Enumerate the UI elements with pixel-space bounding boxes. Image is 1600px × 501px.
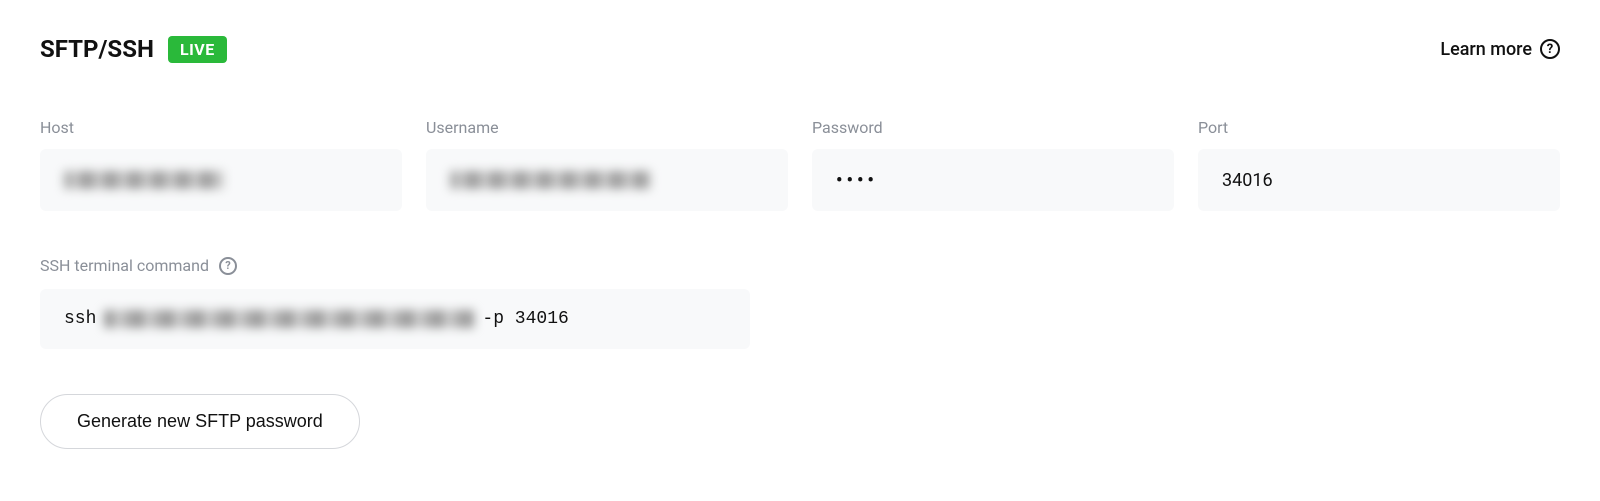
help-icon[interactable]: ? xyxy=(219,257,237,275)
page-title: SFTP/SSH xyxy=(40,35,154,63)
username-value-redacted xyxy=(450,171,650,189)
password-value: •••• xyxy=(836,170,878,191)
password-value-box[interactable]: •••• xyxy=(812,149,1174,211)
password-field: Password •••• xyxy=(812,118,1174,211)
ssh-command-label: SSH terminal command xyxy=(40,256,209,275)
port-label: Port xyxy=(1198,118,1560,137)
host-value-box[interactable] xyxy=(40,149,402,211)
password-label: Password xyxy=(812,118,1174,137)
port-field: Port 34016 xyxy=(1198,118,1560,211)
port-value-box[interactable]: 34016 xyxy=(1198,149,1560,211)
live-badge: LIVE xyxy=(168,36,227,63)
header-row: SFTP/SSH LIVE Learn more ? xyxy=(40,35,1560,63)
help-icon: ? xyxy=(1540,39,1560,59)
ssh-command-box[interactable]: ssh -p 34016 xyxy=(40,289,750,349)
generate-password-button[interactable]: Generate new SFTP password xyxy=(40,394,360,449)
ssh-suffix: -p 34016 xyxy=(482,309,568,329)
host-label: Host xyxy=(40,118,402,137)
ssh-prefix: ssh xyxy=(64,309,96,329)
credentials-row: Host Username Password •••• Port 34016 xyxy=(40,118,1560,211)
title-group: SFTP/SSH LIVE xyxy=(40,35,227,63)
ssh-section: SSH terminal command ? ssh -p 34016 xyxy=(40,256,1560,349)
username-value-box[interactable] xyxy=(426,149,788,211)
learn-more-label: Learn more xyxy=(1440,39,1532,60)
username-label: Username xyxy=(426,118,788,137)
host-value-redacted xyxy=(64,171,224,189)
port-value: 34016 xyxy=(1222,170,1273,191)
username-field: Username xyxy=(426,118,788,211)
learn-more-link[interactable]: Learn more ? xyxy=(1440,39,1560,60)
ssh-host-redacted xyxy=(104,310,474,328)
ssh-label-row: SSH terminal command ? xyxy=(40,256,1560,275)
host-field: Host xyxy=(40,118,402,211)
